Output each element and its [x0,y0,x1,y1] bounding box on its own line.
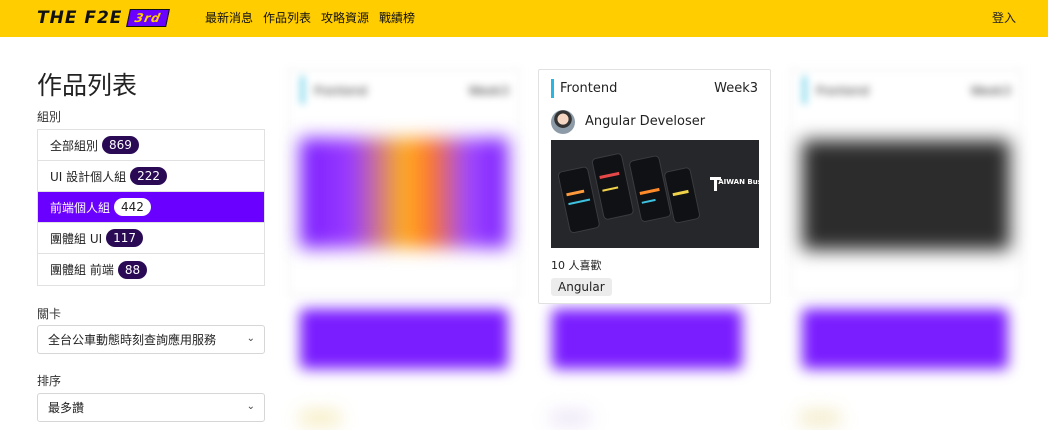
login-link[interactable]: 登入 [992,9,1016,26]
avatar [551,110,575,134]
group-item-ui-individual[interactable]: UI 設計個人組 222 [38,161,264,192]
chevron-down-icon: ⌄ [246,401,255,412]
main-nav: 最新消息 作品列表 攻略資源 戰績榜 [205,9,415,26]
group-count-badge: 117 [106,229,144,247]
group-filter-label: 組別 [37,110,62,124]
group-item-label: 前端個人組 [50,200,111,215]
group-item-all[interactable]: 全部組別 869 [38,130,264,161]
nav-leaderboard[interactable]: 戰績榜 [379,9,415,26]
group-item-label: 團體組 前端 [50,263,114,277]
card-likes: 10 人喜歡 [551,259,602,272]
group-count-badge: 442 [114,198,151,216]
stage-filter-label: 關卡 [37,307,62,321]
work-card[interactable]: Frontend Week3 Angular Develoser TAIWAN … [538,69,771,304]
logo-text: THE F2E [37,8,123,28]
card-author[interactable]: Angular Develoser [585,114,705,129]
group-item-team-ui[interactable]: 團體組 UI 117 [38,223,264,254]
group-item-team-frontend[interactable]: 團體組 前端 88 [38,254,264,285]
logo-edition-badge: 3rd [126,9,171,27]
card-thumbnail [300,309,508,369]
group-filter-list: 全部組別 869 UI 設計個人組 222 前端個人組 442 團體組 UI 1… [37,129,265,286]
nav-works[interactable]: 作品列表 [263,9,311,26]
group-item-label: 全部組別 [50,138,99,153]
card-category: Frontend Week3 [803,76,1021,104]
app-screenshot-preview [551,140,759,248]
card-tag[interactable]: Angular [551,278,612,296]
card-category: Frontend [551,79,617,98]
card-thumbnail[interactable]: TAIWAN Bus [551,140,759,248]
group-item-label: UI 設計個人組 [50,169,127,184]
group-item-frontend-individual[interactable]: 前端個人組 442 [38,192,264,223]
group-count-badge: 222 [130,167,168,185]
card-thumbnail [300,138,508,248]
nav-news[interactable]: 最新消息 [205,9,253,26]
page-title: 作品列表 [37,71,138,100]
site-logo[interactable]: THE F2E 3rd [37,7,171,29]
chevron-down-icon: ⌄ [246,333,255,344]
group-count-badge: 869 [102,136,139,154]
sort-select-value: 最多讚 [48,401,85,415]
card-thumbnail [802,140,1010,250]
card-week: Week3 [714,81,758,96]
top-navbar: THE F2E 3rd 最新消息 作品列表 攻略資源 戰績榜 登入 [0,0,1048,37]
stage-select[interactable]: 全台公車動態時刻查詢應用服務 ⌄ [37,325,265,354]
sort-label: 排序 [37,374,62,388]
nav-resources[interactable]: 攻略資源 [321,9,369,26]
card-category: Frontend Week3 [301,76,519,104]
card-thumbnail [802,309,1008,369]
group-count-badge: 88 [117,260,148,279]
card-thumbnail [800,412,840,424]
group-item-label: 團體組 UI [50,231,103,246]
card-thumbnail [552,309,742,369]
stage-select-value: 全台公車動態時刻查詢應用服務 [48,333,217,347]
card-thumbnail [300,412,340,424]
screenshot-logo-text: TAIWAN Bus [714,178,759,186]
sort-select[interactable]: 最多讚 ⌄ [37,393,265,422]
card-thumbnail [550,412,590,424]
